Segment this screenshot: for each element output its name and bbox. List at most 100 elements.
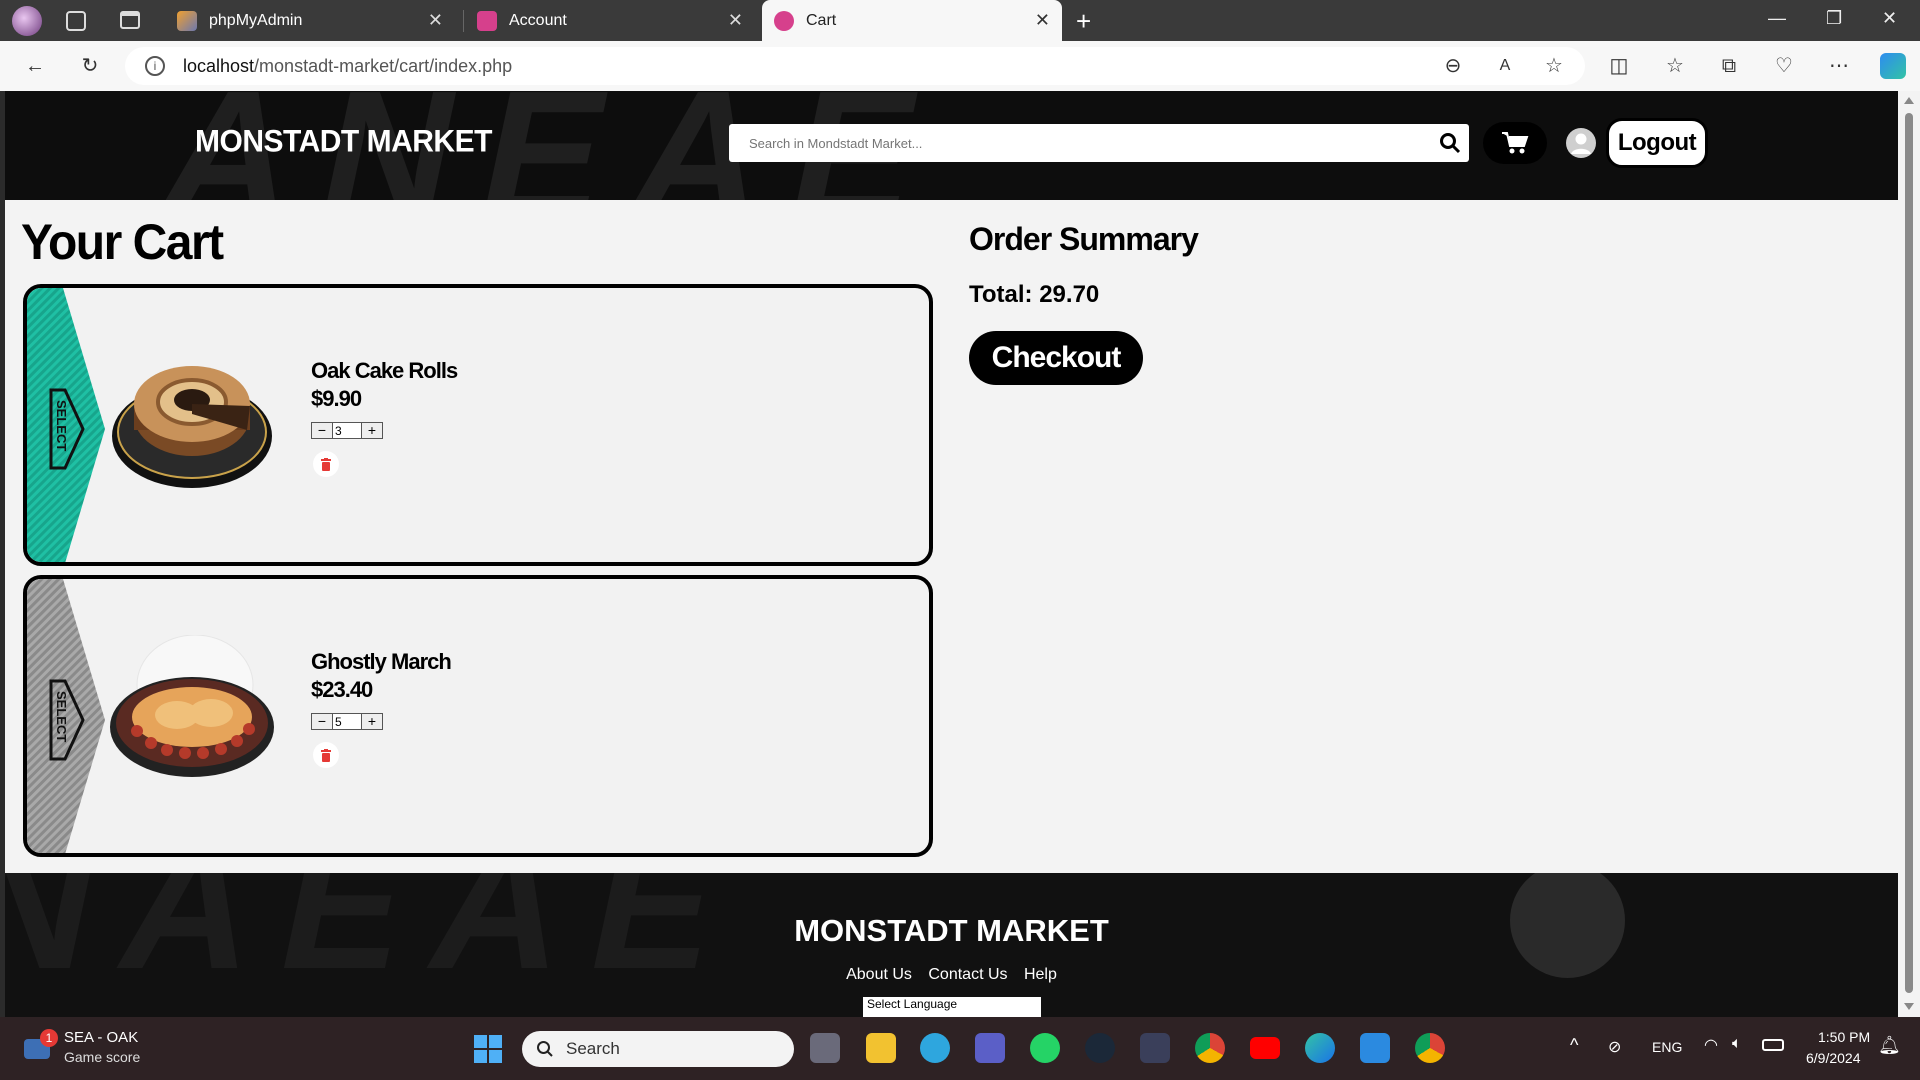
browser-essentials-icon[interactable]: ♡ bbox=[1771, 53, 1797, 79]
select-strip-teal: SELECT bbox=[27, 288, 105, 562]
increase-quantity-button[interactable]: + bbox=[361, 713, 383, 730]
collections-icon[interactable]: ⧉ bbox=[1716, 53, 1742, 79]
svg-text:SELECT: SELECT bbox=[54, 400, 69, 451]
new-tab-icon[interactable]: + bbox=[1076, 6, 1091, 37]
youtube-icon[interactable] bbox=[1250, 1037, 1280, 1059]
close-window-icon[interactable]: ✕ bbox=[1882, 8, 1897, 29]
input-language[interactable]: ENG bbox=[1652, 1039, 1682, 1055]
windows-taskbar: 1 SEA - OAK Game score Search ^ ⊘ ENG ◠ … bbox=[0, 1017, 1920, 1080]
telegram-icon[interactable] bbox=[920, 1033, 950, 1063]
address-toolbar: ← ↻ i localhost/monstadt-market/cart/ind… bbox=[0, 41, 1920, 91]
tab-cart[interactable]: Cart ✕ bbox=[762, 0, 1062, 41]
chrome-icon[interactable] bbox=[1195, 1033, 1225, 1063]
more-menu-icon[interactable]: ⋯ bbox=[1826, 53, 1852, 79]
site-info-icon[interactable]: i bbox=[145, 56, 165, 76]
footer-links: About Us Contact Us Help bbox=[5, 966, 1898, 984]
oak-cake-rolls-image bbox=[107, 344, 277, 494]
steam-icon[interactable] bbox=[1085, 1033, 1115, 1063]
copilot-icon[interactable] bbox=[1880, 53, 1906, 79]
battery-icon[interactable] bbox=[1762, 1039, 1784, 1051]
clock-date[interactable]: 6/9/2024 bbox=[1806, 1050, 1861, 1066]
ghostly-march-image bbox=[107, 634, 277, 785]
language-select[interactable]: Select Language bbox=[863, 997, 1041, 1017]
file-explorer-app-icon[interactable] bbox=[810, 1033, 840, 1063]
search-box[interactable] bbox=[729, 124, 1469, 162]
product-price: $9.90 bbox=[311, 386, 362, 411]
quantity-stepper: − + bbox=[311, 713, 383, 730]
remove-item-button[interactable] bbox=[313, 742, 339, 768]
widget-title: SEA - OAK bbox=[64, 1029, 139, 1046]
cart-favicon-icon bbox=[774, 10, 794, 31]
decrease-quantity-button[interactable]: − bbox=[311, 422, 333, 439]
search-input[interactable] bbox=[749, 124, 1409, 162]
favorites-icon[interactable]: ☆ bbox=[1662, 53, 1688, 79]
trash-icon bbox=[321, 749, 331, 762]
page-viewport: ANEAE MONSTADT MARKET Logout Your Cart S… bbox=[5, 91, 1898, 1017]
quantity-input[interactable] bbox=[333, 713, 361, 730]
increase-quantity-button[interactable]: + bbox=[361, 422, 383, 439]
whatsapp-icon[interactable] bbox=[1030, 1033, 1060, 1063]
close-tab-icon[interactable]: ✕ bbox=[428, 10, 443, 31]
checkout-button[interactable]: Checkout bbox=[969, 331, 1143, 385]
chrome-profile-icon[interactable] bbox=[1415, 1033, 1445, 1063]
tab-label: phpMyAdmin bbox=[209, 11, 303, 29]
page-scrollbar[interactable] bbox=[1898, 91, 1920, 1017]
product-price: $23.40 bbox=[311, 677, 373, 702]
taskbar-search[interactable]: Search bbox=[522, 1031, 794, 1067]
network-off-icon[interactable]: ⊘ bbox=[1608, 1037, 1621, 1057]
close-tab-icon[interactable]: ✕ bbox=[1035, 10, 1050, 31]
scroll-up-icon[interactable] bbox=[1904, 97, 1914, 104]
zoom-out-icon[interactable]: ⊖ bbox=[1440, 53, 1466, 79]
tab-account[interactable]: Account ✕ bbox=[465, 0, 755, 41]
quantity-stepper: − + bbox=[311, 422, 383, 439]
restore-icon[interactable]: ❐ bbox=[1826, 8, 1842, 29]
scrollbar-thumb[interactable] bbox=[1905, 113, 1913, 993]
product-name[interactable]: Oak Cake Rolls bbox=[311, 358, 458, 384]
teams-icon[interactable] bbox=[975, 1033, 1005, 1063]
nox-icon[interactable] bbox=[1140, 1033, 1170, 1063]
wifi-icon[interactable]: ◠ bbox=[1704, 1035, 1718, 1055]
close-tab-icon[interactable]: ✕ bbox=[728, 10, 743, 31]
show-hidden-icons-chevron-up-icon[interactable]: ^ bbox=[1570, 1035, 1578, 1056]
svg-text:SELECT: SELECT bbox=[54, 691, 69, 742]
quantity-input[interactable] bbox=[333, 422, 361, 439]
favorite-star-icon[interactable]: ☆ bbox=[1541, 53, 1567, 79]
select-strip-gray: SELECT bbox=[27, 579, 105, 853]
account-favicon-icon bbox=[477, 10, 497, 31]
user-avatar-icon[interactable] bbox=[1566, 128, 1596, 158]
tab-phpmyadmin[interactable]: phpMyAdmin ✕ bbox=[165, 0, 455, 41]
footer-link-about[interactable]: About Us bbox=[846, 966, 912, 983]
tab-divider bbox=[463, 10, 464, 32]
logout-button[interactable]: Logout bbox=[1606, 118, 1708, 168]
folder-icon[interactable] bbox=[866, 1033, 896, 1063]
search-icon[interactable] bbox=[1439, 132, 1461, 154]
edge-icon[interactable] bbox=[1305, 1033, 1335, 1063]
site-logo[interactable]: MONSTADT MARKET bbox=[195, 124, 492, 160]
footer-link-contact[interactable]: Contact Us bbox=[928, 966, 1007, 983]
url-host: localhost bbox=[183, 55, 255, 76]
game-score-widget[interactable]: 1 SEA - OAK Game score bbox=[20, 1027, 190, 1071]
taskbar-search-label: Search bbox=[566, 1039, 620, 1058]
tab-actions-icon[interactable] bbox=[120, 11, 140, 29]
minimize-icon[interactable]: — bbox=[1768, 8, 1786, 29]
notifications-bell-icon[interactable]: 🔔︎ bbox=[1878, 1035, 1901, 1056]
back-icon[interactable]: ← bbox=[22, 53, 48, 79]
volume-icon[interactable]: 🔈︎ bbox=[1732, 1035, 1742, 1053]
profile-avatar[interactable] bbox=[12, 6, 42, 36]
widget-subtitle: Game score bbox=[64, 1049, 141, 1065]
windows-start-icon[interactable] bbox=[474, 1035, 502, 1063]
split-screen-icon[interactable]: ◫ bbox=[1606, 53, 1632, 79]
scroll-down-icon[interactable] bbox=[1904, 1003, 1914, 1010]
product-name[interactable]: Ghostly March bbox=[311, 649, 452, 675]
tab-label: Cart bbox=[806, 11, 837, 29]
clock-time[interactable]: 1:50 PM bbox=[1818, 1029, 1870, 1045]
vscode-icon[interactable] bbox=[1360, 1033, 1390, 1063]
decrease-quantity-button[interactable]: − bbox=[311, 713, 333, 730]
footer-link-help[interactable]: Help bbox=[1024, 966, 1057, 983]
workspaces-icon[interactable] bbox=[66, 11, 86, 31]
refresh-icon[interactable]: ↻ bbox=[77, 53, 103, 79]
cart-button[interactable] bbox=[1483, 122, 1547, 164]
url-bar[interactable]: i localhost/monstadt-market/cart/index.p… bbox=[125, 47, 1585, 85]
read-aloud-icon[interactable]: A bbox=[1492, 53, 1518, 79]
remove-item-button[interactable] bbox=[313, 451, 339, 477]
